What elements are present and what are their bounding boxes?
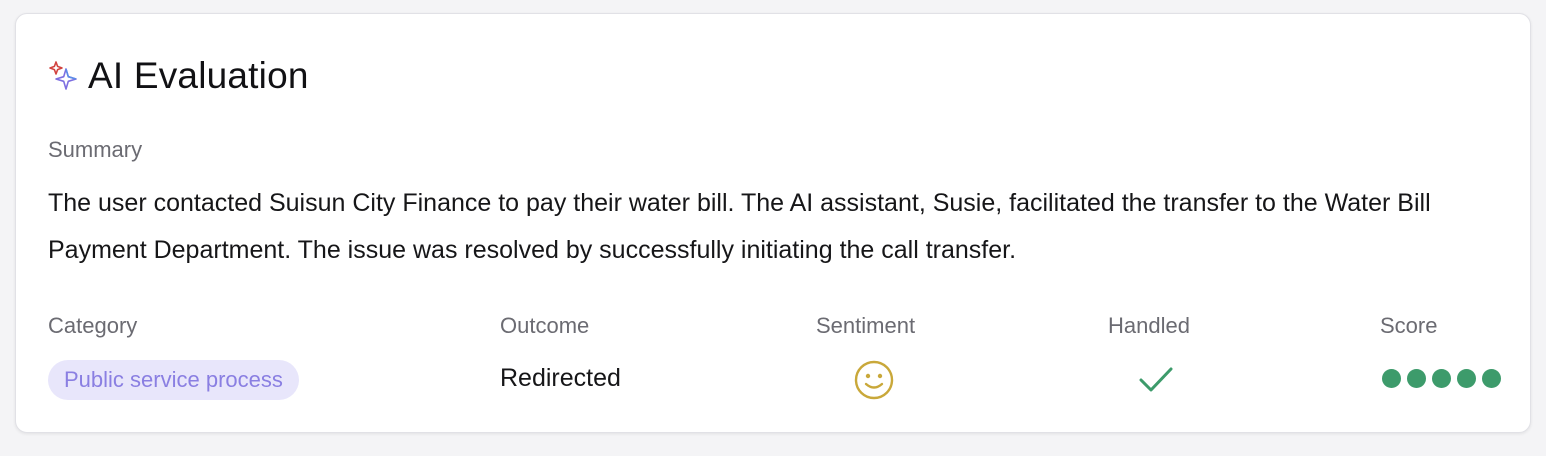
score-dot	[1482, 369, 1501, 388]
card-header: AI Evaluation	[48, 54, 309, 98]
score-dot	[1457, 369, 1476, 388]
summary-label: Summary	[48, 137, 143, 162]
sentiment-label: Sentiment	[816, 313, 916, 338]
category-badge: Public service process	[48, 360, 299, 400]
check-icon	[1139, 367, 1173, 392]
handled-label: Handled	[1108, 313, 1190, 338]
summary-text: The user contacted Suisun City Finance t…	[48, 189, 1431, 264]
category-label: Category	[48, 313, 138, 338]
outcome-value: Redirected	[500, 364, 621, 392]
smiley-icon	[854, 360, 894, 400]
score-label: Score	[1380, 313, 1438, 338]
score-dot	[1407, 369, 1426, 388]
outcome-label: Outcome	[500, 313, 590, 338]
page-title: AI Evaluation	[88, 55, 309, 96]
score-dot	[1382, 369, 1401, 388]
sparkle-icon	[49, 61, 77, 90]
ai-evaluation-card: AI Evaluation Summary The user contacted…	[15, 13, 1531, 433]
score-dot	[1432, 369, 1451, 388]
score-rating	[1382, 369, 1501, 388]
